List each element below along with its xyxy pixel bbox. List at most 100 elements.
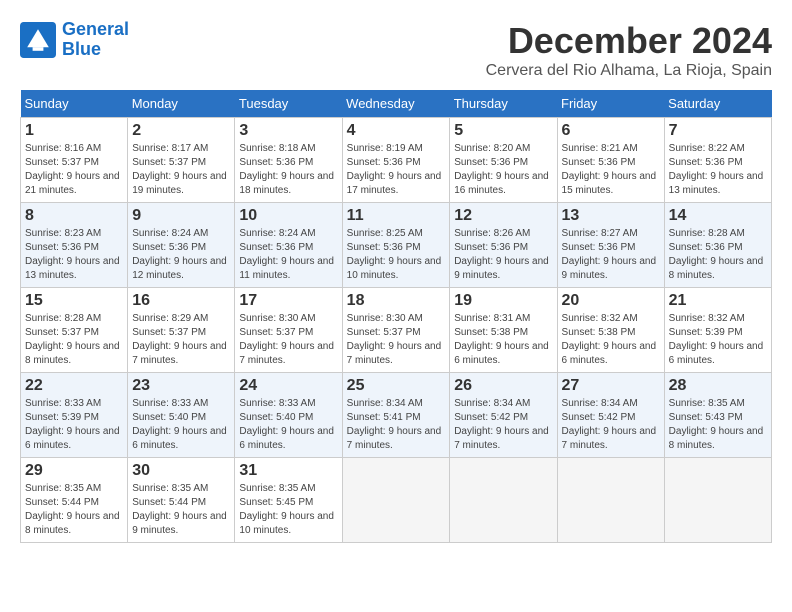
day-number: 2 <box>132 122 230 140</box>
day-number: 18 <box>347 292 446 310</box>
calendar-cell: 15 Sunrise: 8:28 AM Sunset: 5:37 PM Dayl… <box>21 288 128 373</box>
calendar-cell: 27 Sunrise: 8:34 AM Sunset: 5:42 PM Dayl… <box>557 373 664 458</box>
col-sunday: Sunday <box>21 90 128 118</box>
day-number: 31 <box>239 462 337 480</box>
day-number: 10 <box>239 207 337 225</box>
calendar-row: 29 Sunrise: 8:35 AM Sunset: 5:44 PM Dayl… <box>21 458 772 543</box>
day-info: Sunrise: 8:19 AM Sunset: 5:36 PM Dayligh… <box>347 142 446 198</box>
day-info: Sunrise: 8:35 AM Sunset: 5:44 PM Dayligh… <box>132 482 230 538</box>
day-number: 14 <box>669 207 767 225</box>
day-number: 12 <box>454 207 552 225</box>
calendar-cell: 25 Sunrise: 8:34 AM Sunset: 5:41 PM Dayl… <box>342 373 450 458</box>
day-info: Sunrise: 8:31 AM Sunset: 5:38 PM Dayligh… <box>454 312 552 368</box>
day-info: Sunrise: 8:20 AM Sunset: 5:36 PM Dayligh… <box>454 142 552 198</box>
day-number: 15 <box>25 292 123 310</box>
calendar-cell: 19 Sunrise: 8:31 AM Sunset: 5:38 PM Dayl… <box>450 288 557 373</box>
day-info: Sunrise: 8:29 AM Sunset: 5:37 PM Dayligh… <box>132 312 230 368</box>
col-wednesday: Wednesday <box>342 90 450 118</box>
day-info: Sunrise: 8:33 AM Sunset: 5:40 PM Dayligh… <box>132 397 230 453</box>
day-info: Sunrise: 8:34 AM Sunset: 5:41 PM Dayligh… <box>347 397 446 453</box>
day-info: Sunrise: 8:27 AM Sunset: 5:36 PM Dayligh… <box>562 227 660 283</box>
day-info: Sunrise: 8:33 AM Sunset: 5:40 PM Dayligh… <box>239 397 337 453</box>
location-title: Cervera del Rio Alhama, La Rioja, Spain <box>486 62 772 80</box>
day-number: 9 <box>132 207 230 225</box>
calendar-cell <box>342 458 450 543</box>
calendar-cell: 23 Sunrise: 8:33 AM Sunset: 5:40 PM Dayl… <box>128 373 235 458</box>
col-thursday: Thursday <box>450 90 557 118</box>
day-info: Sunrise: 8:30 AM Sunset: 5:37 PM Dayligh… <box>239 312 337 368</box>
month-title: December 2024 <box>486 20 772 62</box>
day-info: Sunrise: 8:17 AM Sunset: 5:37 PM Dayligh… <box>132 142 230 198</box>
day-info: Sunrise: 8:28 AM Sunset: 5:37 PM Dayligh… <box>25 312 123 368</box>
title-section: December 2024 Cervera del Rio Alhama, La… <box>486 20 772 80</box>
day-number: 30 <box>132 462 230 480</box>
col-saturday: Saturday <box>664 90 771 118</box>
col-monday: Monday <box>128 90 235 118</box>
day-number: 28 <box>669 377 767 395</box>
day-info: Sunrise: 8:28 AM Sunset: 5:36 PM Dayligh… <box>669 227 767 283</box>
calendar-cell: 26 Sunrise: 8:34 AM Sunset: 5:42 PM Dayl… <box>450 373 557 458</box>
calendar-cell <box>557 458 664 543</box>
day-number: 19 <box>454 292 552 310</box>
day-info: Sunrise: 8:24 AM Sunset: 5:36 PM Dayligh… <box>239 227 337 283</box>
calendar-cell: 21 Sunrise: 8:32 AM Sunset: 5:39 PM Dayl… <box>664 288 771 373</box>
calendar-header-row: Sunday Monday Tuesday Wednesday Thursday… <box>21 90 772 118</box>
day-number: 8 <box>25 207 123 225</box>
day-number: 7 <box>669 122 767 140</box>
calendar-body: 1 Sunrise: 8:16 AM Sunset: 5:37 PM Dayli… <box>21 118 772 543</box>
day-number: 25 <box>347 377 446 395</box>
day-number: 5 <box>454 122 552 140</box>
calendar-cell: 22 Sunrise: 8:33 AM Sunset: 5:39 PM Dayl… <box>21 373 128 458</box>
day-number: 20 <box>562 292 660 310</box>
day-number: 21 <box>669 292 767 310</box>
day-info: Sunrise: 8:33 AM Sunset: 5:39 PM Dayligh… <box>25 397 123 453</box>
calendar-cell: 17 Sunrise: 8:30 AM Sunset: 5:37 PM Dayl… <box>235 288 342 373</box>
day-number: 22 <box>25 377 123 395</box>
day-info: Sunrise: 8:30 AM Sunset: 5:37 PM Dayligh… <box>347 312 446 368</box>
calendar-cell: 29 Sunrise: 8:35 AM Sunset: 5:44 PM Dayl… <box>21 458 128 543</box>
day-info: Sunrise: 8:35 AM Sunset: 5:44 PM Dayligh… <box>25 482 123 538</box>
calendar-cell: 1 Sunrise: 8:16 AM Sunset: 5:37 PM Dayli… <box>21 118 128 203</box>
day-number: 24 <box>239 377 337 395</box>
day-number: 23 <box>132 377 230 395</box>
calendar-cell: 13 Sunrise: 8:27 AM Sunset: 5:36 PM Dayl… <box>557 203 664 288</box>
calendar-cell: 11 Sunrise: 8:25 AM Sunset: 5:36 PM Dayl… <box>342 203 450 288</box>
day-info: Sunrise: 8:21 AM Sunset: 5:36 PM Dayligh… <box>562 142 660 198</box>
calendar-cell: 2 Sunrise: 8:17 AM Sunset: 5:37 PM Dayli… <box>128 118 235 203</box>
calendar-table: Sunday Monday Tuesday Wednesday Thursday… <box>20 90 772 543</box>
calendar-cell: 18 Sunrise: 8:30 AM Sunset: 5:37 PM Dayl… <box>342 288 450 373</box>
calendar-row: 8 Sunrise: 8:23 AM Sunset: 5:36 PM Dayli… <box>21 203 772 288</box>
calendar-row: 15 Sunrise: 8:28 AM Sunset: 5:37 PM Dayl… <box>21 288 772 373</box>
col-friday: Friday <box>557 90 664 118</box>
logo-line1: General <box>62 19 129 39</box>
calendar-cell: 14 Sunrise: 8:28 AM Sunset: 5:36 PM Dayl… <box>664 203 771 288</box>
logo: General Blue <box>20 20 129 60</box>
day-number: 6 <box>562 122 660 140</box>
day-number: 26 <box>454 377 552 395</box>
day-info: Sunrise: 8:18 AM Sunset: 5:36 PM Dayligh… <box>239 142 337 198</box>
day-number: 17 <box>239 292 337 310</box>
day-number: 13 <box>562 207 660 225</box>
day-info: Sunrise: 8:35 AM Sunset: 5:43 PM Dayligh… <box>669 397 767 453</box>
calendar-row: 1 Sunrise: 8:16 AM Sunset: 5:37 PM Dayli… <box>21 118 772 203</box>
day-number: 29 <box>25 462 123 480</box>
calendar-cell: 6 Sunrise: 8:21 AM Sunset: 5:36 PM Dayli… <box>557 118 664 203</box>
calendar-cell: 3 Sunrise: 8:18 AM Sunset: 5:36 PM Dayli… <box>235 118 342 203</box>
day-number: 11 <box>347 207 446 225</box>
day-info: Sunrise: 8:34 AM Sunset: 5:42 PM Dayligh… <box>454 397 552 453</box>
logo-text: General Blue <box>62 20 129 60</box>
day-info: Sunrise: 8:32 AM Sunset: 5:38 PM Dayligh… <box>562 312 660 368</box>
logo-line2: Blue <box>62 39 101 59</box>
day-number: 4 <box>347 122 446 140</box>
header: General Blue December 2024 Cervera del R… <box>20 20 772 80</box>
calendar-cell: 9 Sunrise: 8:24 AM Sunset: 5:36 PM Dayli… <box>128 203 235 288</box>
calendar-cell: 30 Sunrise: 8:35 AM Sunset: 5:44 PM Dayl… <box>128 458 235 543</box>
calendar-cell: 12 Sunrise: 8:26 AM Sunset: 5:36 PM Dayl… <box>450 203 557 288</box>
day-info: Sunrise: 8:34 AM Sunset: 5:42 PM Dayligh… <box>562 397 660 453</box>
calendar-cell <box>450 458 557 543</box>
day-info: Sunrise: 8:22 AM Sunset: 5:36 PM Dayligh… <box>669 142 767 198</box>
day-info: Sunrise: 8:23 AM Sunset: 5:36 PM Dayligh… <box>25 227 123 283</box>
day-info: Sunrise: 8:16 AM Sunset: 5:37 PM Dayligh… <box>25 142 123 198</box>
day-number: 27 <box>562 377 660 395</box>
calendar-cell: 4 Sunrise: 8:19 AM Sunset: 5:36 PM Dayli… <box>342 118 450 203</box>
